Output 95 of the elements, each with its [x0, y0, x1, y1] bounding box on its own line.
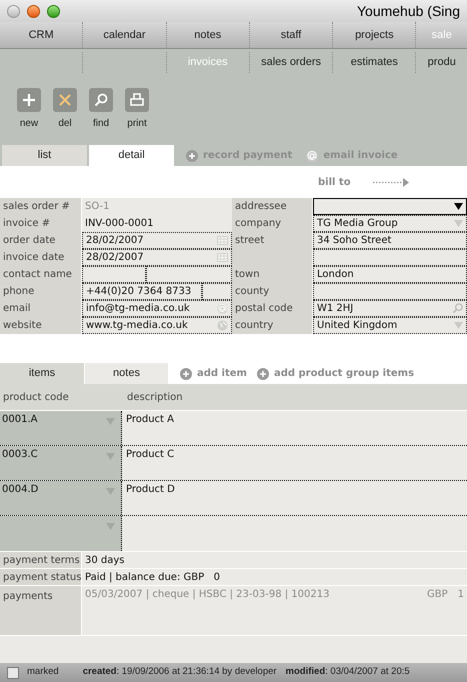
field-value: Paid | balance due: GBP 0	[82, 569, 467, 585]
description-field[interactable]: Product D	[122, 481, 467, 515]
input-field[interactable]: 28/02/2007	[82, 232, 232, 249]
at-sign-icon	[306, 150, 318, 162]
items-tab[interactable]: notes	[84, 363, 168, 384]
dropdown-field[interactable]: United Kingdom	[313, 317, 467, 334]
description-field[interactable]	[122, 516, 467, 551]
description-field[interactable]: Product C	[122, 446, 467, 480]
input-field[interactable]: 34 Soho Street	[313, 232, 467, 249]
nav-tab[interactable]: CRM	[0, 22, 84, 48]
input-field[interactable]: info@tg-media.co.uk	[82, 300, 232, 317]
field-label: contact name	[0, 266, 82, 283]
field-label: invoice #	[0, 215, 82, 232]
close-icon	[53, 88, 77, 112]
field-label: addressee	[232, 198, 313, 215]
field-value: 30 days	[82, 552, 467, 568]
calendar-icon	[217, 253, 228, 262]
input-field[interactable]: www.tg-media.co.uk	[82, 317, 232, 334]
dropdown-triangle-icon	[454, 220, 463, 227]
input-field[interactable]	[82, 266, 146, 283]
close-icon[interactable]	[27, 4, 40, 18]
dropdown-triangle-icon	[106, 418, 115, 425]
view-tab[interactable]: list	[2, 145, 87, 166]
modified-info: modified: 03/04/2007 at 20:5	[286, 665, 410, 680]
field-label: payment terms	[0, 552, 82, 568]
input-field[interactable]	[146, 266, 232, 283]
nav-tab[interactable]: notes	[166, 22, 250, 48]
search-icon	[89, 88, 113, 112]
printer-icon	[125, 88, 149, 112]
input-field[interactable]: +44(0)20 7364 8733	[82, 283, 202, 300]
toolbar-label[interactable]: find	[92, 116, 110, 131]
dropdown-field[interactable]: TG Media Group	[313, 215, 467, 232]
window-title: Youmehub (Sing	[356, 2, 460, 21]
field-label: company	[232, 215, 313, 232]
payment-details: 05/03/2007 | cheque | HSBC | 23-03-98 | 100213	[85, 588, 330, 602]
product-code-field[interactable]: 0004.D	[0, 481, 122, 515]
input-field[interactable]	[313, 249, 467, 266]
input-field[interactable]	[202, 283, 232, 300]
field-label: order date	[0, 232, 82, 249]
input-field[interactable]: W1 2HJ	[313, 300, 467, 317]
subnav-tab[interactable]: produ	[416, 52, 467, 73]
view-tab[interactable]: detail	[89, 145, 174, 166]
field-label: country	[232, 317, 313, 334]
description-field[interactable]: Product A	[122, 411, 467, 445]
column-header: product code	[2, 390, 70, 404]
bill-to-label: bill to	[318, 176, 351, 190]
field-label: phone	[0, 283, 82, 300]
payment-amount: 1	[458, 588, 464, 602]
dotted-arrow-icon	[372, 178, 409, 186]
items-tab[interactable]: items	[0, 363, 84, 384]
toolbar-label[interactable]: del	[58, 116, 72, 131]
search-icon	[452, 303, 463, 314]
dropdown-triangle-icon	[106, 523, 115, 530]
field-label: street	[232, 232, 313, 249]
field-label: payment status	[0, 569, 82, 585]
plus-circle-icon	[180, 368, 192, 380]
checkbox[interactable]	[7, 666, 19, 678]
input-field[interactable]: London	[313, 266, 467, 283]
dropdown-triangle-icon	[454, 322, 463, 329]
nav-tab[interactable]: calendar	[83, 22, 167, 48]
plus-circle-icon	[186, 150, 198, 162]
field-label: email	[0, 300, 82, 317]
dropdown-triangle-icon	[106, 488, 115, 495]
product-code-field[interactable]: 0001.A	[0, 411, 122, 445]
field-label: town	[232, 266, 313, 283]
plus-circle-icon	[256, 368, 269, 380]
field-label: sales order #	[0, 198, 82, 215]
plus-icon	[17, 88, 41, 112]
payment-currency: GBP	[426, 588, 448, 602]
toolbar-label[interactable]: new	[20, 116, 38, 131]
product-code-field[interactable]	[0, 516, 122, 551]
zoom-icon[interactable]	[47, 4, 60, 18]
subnav-tab[interactable]: estimates	[333, 52, 416, 73]
field-label: payments	[0, 586, 82, 635]
field-label: county	[232, 283, 313, 300]
dropdown-triangle-icon	[454, 203, 463, 210]
globe-icon	[217, 320, 228, 331]
input-field[interactable]: 28/02/2007	[82, 249, 232, 266]
field-label: postal code	[232, 300, 313, 317]
nav-tab[interactable]: projects	[333, 22, 416, 48]
input-field[interactable]	[313, 283, 467, 300]
dropdown-field[interactable]	[313, 198, 467, 215]
field-label: website	[0, 317, 82, 334]
created-info: created: 19/09/2006 at 21:36:14 by developer	[82, 665, 277, 680]
toolbar-label[interactable]: print	[127, 116, 147, 131]
input-field[interactable]: INV-000-0001	[82, 215, 232, 232]
checkbox-label: marked	[27, 665, 59, 680]
field-label: invoice date	[0, 249, 82, 266]
dropdown-triangle-icon	[106, 453, 115, 460]
calendar-icon	[217, 236, 228, 245]
column-header: description	[126, 390, 183, 404]
nav-tab[interactable]: staff	[250, 22, 334, 48]
subnav-tab[interactable]: sales orders	[250, 52, 334, 73]
product-code-field[interactable]: 0003.C	[0, 446, 122, 480]
at-sign-icon	[217, 303, 228, 314]
